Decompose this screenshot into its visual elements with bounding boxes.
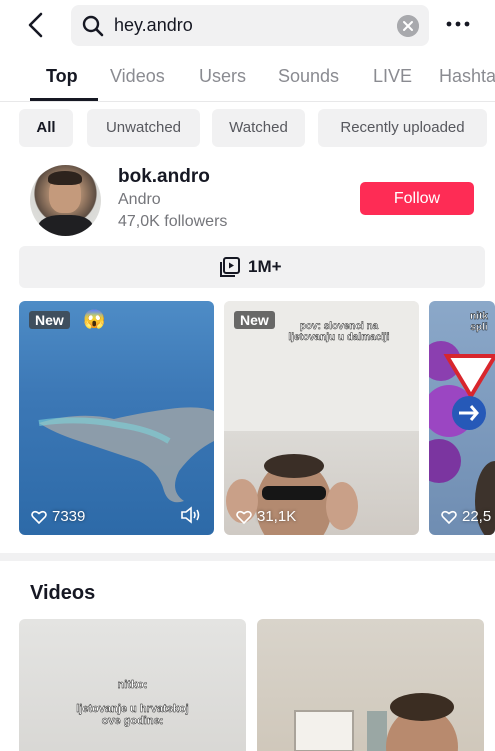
active-tab-indicator (30, 98, 98, 101)
video-collection-icon (220, 257, 240, 277)
like-count: 22,5 (441, 508, 491, 525)
street-sign-image (429, 341, 495, 535)
tab-sounds[interactable]: Sounds (278, 66, 339, 87)
video-card[interactable] (257, 619, 484, 751)
island-image (38, 407, 214, 503)
more-options-icon[interactable] (444, 12, 472, 36)
video-caption: nitk spli (470, 311, 488, 333)
man-portrait-image (294, 693, 458, 751)
filter-recently-uploaded[interactable]: Recently uploaded (318, 109, 487, 147)
back-arrow-icon[interactable] (22, 10, 52, 40)
follow-button[interactable]: Follow (360, 182, 474, 215)
video-card[interactable]: nitko: ljetovanje u hrvatskoj ove godine… (19, 619, 246, 751)
heart-icon (31, 510, 47, 524)
tab-live[interactable]: LIVE (373, 66, 412, 87)
video-card[interactable]: New pov: slovenci na ljetovanju u dalmaci… (224, 301, 419, 535)
sound-icon[interactable] (180, 506, 202, 524)
heart-icon (441, 510, 457, 524)
clear-search-icon[interactable] (397, 15, 419, 37)
video-card[interactable]: nitk spli 22,5 (429, 301, 495, 535)
tab-hashtags[interactable]: Hashtags (439, 66, 495, 87)
filter-watched[interactable]: Watched (212, 109, 305, 147)
top-bar: hey.andro (0, 0, 495, 52)
video-caption: nitko: ljetovanje u hrvatskoj ove godine… (76, 679, 189, 727)
video-count-bar[interactable]: 1M+ (19, 246, 485, 288)
search-query: hey.andro (114, 15, 193, 35)
heart-icon (236, 510, 252, 524)
videos-section-title: Videos (30, 582, 96, 604)
tab-videos[interactable]: Videos (110, 66, 165, 87)
like-count: 31,1K (236, 508, 296, 525)
filter-all[interactable]: All (19, 109, 73, 147)
avatar[interactable] (30, 165, 101, 236)
video-count: 1M+ (248, 257, 282, 276)
new-badge: New (29, 311, 70, 329)
search-icon (82, 15, 104, 37)
tab-users[interactable]: Users (199, 66, 246, 87)
filter-chips: All Unwatched Watched Recently uploaded (0, 109, 495, 147)
nickname: Andro (118, 191, 161, 208)
tab-top[interactable]: Top (46, 66, 78, 87)
video-caption: pov: slovenci na ljetovanju u dalmaciji (288, 321, 390, 343)
video-card[interactable]: New 😱 7339 (19, 301, 214, 535)
section-divider (0, 553, 495, 561)
user-result[interactable]: bok.andro Andro 47,0K followers Follow (0, 160, 495, 240)
search-tabs: Top Videos Users Sounds LIVE Hashtags (0, 60, 495, 102)
search-input[interactable]: hey.andro (71, 5, 429, 46)
shocked-emoji-icon: 😱 (83, 309, 106, 329)
filter-unwatched[interactable]: Unwatched (87, 109, 200, 147)
like-count: 7339 (31, 508, 85, 525)
follower-count: 47,0K followers (118, 213, 228, 230)
username: bok.andro (118, 166, 210, 187)
